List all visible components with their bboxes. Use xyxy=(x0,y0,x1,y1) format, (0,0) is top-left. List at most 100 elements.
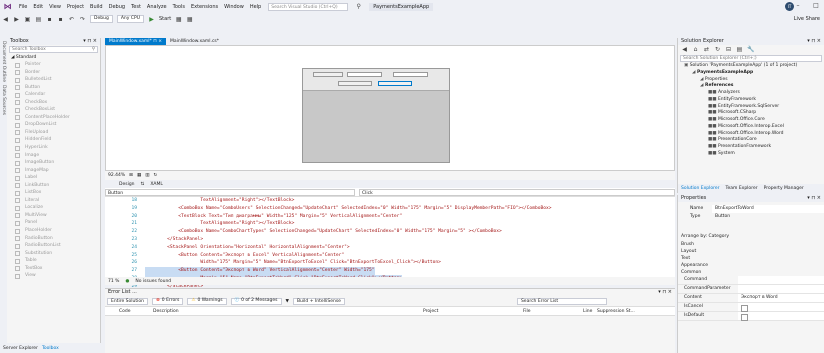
solution-tree-item[interactable]: ◢ References xyxy=(678,83,824,90)
arrange-by-dropdown[interactable]: Arrange by: Category xyxy=(678,233,824,241)
column-file[interactable]: File xyxy=(523,309,583,314)
live-share-button[interactable]: Live Share xyxy=(794,16,820,22)
toolbox-item[interactable]: Button xyxy=(7,84,100,92)
save-icon[interactable]: ▪ xyxy=(46,16,53,23)
refresh-icon[interactable]: ↻ xyxy=(714,46,721,53)
solution-tree-item[interactable]: ■■ PresentationCore xyxy=(678,137,824,144)
property-category[interactable]: Text xyxy=(678,255,824,262)
property-category[interactable]: Common xyxy=(678,269,824,276)
toolbox-tab[interactable]: Toolbox xyxy=(42,346,59,351)
toolbox-item[interactable]: TextBox xyxy=(7,265,100,273)
toolbox-item[interactable]: ContentPlaceHolder xyxy=(7,114,100,122)
solution-tree-item[interactable]: ◢ PaymentsExampleApp xyxy=(678,70,824,77)
toolbox-item[interactable]: Pointer xyxy=(7,61,100,69)
toolbox-item[interactable]: View xyxy=(7,272,100,280)
menu-item-tools[interactable]: Tools xyxy=(173,4,185,10)
code-line[interactable]: 24 <StackPanel Orientation="Horizontal" … xyxy=(105,244,675,252)
property-category[interactable]: Appearance xyxy=(678,262,824,269)
redo-icon[interactable]: ↷ xyxy=(79,16,86,23)
editor-zoom[interactable]: 71 % xyxy=(108,279,119,284)
menu-item-view[interactable]: View xyxy=(49,4,61,10)
tab-team-explorer[interactable]: Team Explorer xyxy=(726,184,758,193)
column-suppression[interactable]: Suppression St... xyxy=(597,309,635,314)
errors-filter-button[interactable]: ⊗ 0 Errors xyxy=(152,297,184,305)
solution-tree-item[interactable]: ■■ Microsoft.Office.Core xyxy=(678,117,824,124)
pin-icon[interactable]: ▾ ⊓ × xyxy=(83,38,97,45)
build-dropdown[interactable]: Build + IntelliSense xyxy=(292,297,345,305)
design-button-word[interactable] xyxy=(378,81,412,86)
toolbox-item[interactable]: CheckBoxList xyxy=(7,106,100,114)
element-name-field[interactable]: BtnExportToWord xyxy=(712,205,824,213)
menu-item-file[interactable]: File xyxy=(19,4,27,10)
property-value[interactable] xyxy=(738,312,824,321)
column-description[interactable]: Description xyxy=(145,309,423,314)
property-value[interactable] xyxy=(738,303,824,312)
toolbox-item[interactable]: PlaceHolder xyxy=(7,227,100,235)
tab-design[interactable]: Design xyxy=(119,182,135,187)
error-list-search[interactable]: Search Error List xyxy=(516,297,607,305)
account-avatar[interactable]: IT xyxy=(785,2,794,11)
solution-tree-item[interactable]: ■■ EntityFramework xyxy=(678,97,824,104)
toolbox-search[interactable]: Search Toolbox ⚲ xyxy=(9,46,98,53)
messages-filter-button[interactable]: ⓘ 0 of 2 Messages xyxy=(230,297,282,305)
toolbox-item[interactable]: LinkButton xyxy=(7,182,100,190)
home-icon[interactable]: ⌂ xyxy=(692,46,699,53)
tab-solution-explorer[interactable]: Solution Explorer xyxy=(681,184,720,193)
toolbox-item[interactable]: ImageButton xyxy=(7,159,100,167)
filter-icon[interactable]: ▼ xyxy=(286,299,289,304)
fit-icon[interactable]: ⊞ xyxy=(129,173,133,178)
toolbox-item[interactable]: Substitution xyxy=(7,250,100,258)
xaml-code-editor[interactable]: 18 TextAlignment="Right"></TextBlock> 19 … xyxy=(105,197,675,297)
search-input[interactable]: Search Visual Studio (Ctrl+Q) xyxy=(268,2,349,11)
design-combobox[interactable] xyxy=(393,72,428,77)
toolbox-item[interactable]: RadioButton xyxy=(7,235,100,243)
swap-icon[interactable]: ⇅ xyxy=(141,182,145,187)
close-icon[interactable]: ⊓ × xyxy=(153,39,162,44)
toolbox-group[interactable]: ◢ Standard xyxy=(7,54,100,61)
toolbox-item[interactable]: Localize xyxy=(7,204,100,212)
collapse-icon[interactable]: ⊟ xyxy=(725,46,732,53)
toolbox-item[interactable]: HiddenField xyxy=(7,136,100,144)
solution-tree-item[interactable]: ■■ PresentationFramework xyxy=(678,144,824,151)
code-line[interactable]: 19 <ComboBox Name="ComboUsers" Selection… xyxy=(105,205,675,213)
menu-item-edit[interactable]: Edit xyxy=(33,4,43,10)
menu-item-build[interactable]: Build xyxy=(90,4,103,10)
tab-property-manager[interactable]: Property Manager xyxy=(764,184,804,193)
toolbar-extra-icon[interactable]: ▦ xyxy=(175,16,182,23)
tab-mainwindow-xaml[interactable]: MainWindow.xaml* ⊓ × xyxy=(105,38,166,45)
toolbox-item[interactable]: ImageMap xyxy=(7,167,100,175)
tab-mainwindow-xaml-cs[interactable]: MainWindow.xaml.cs* xyxy=(166,38,223,45)
minimize-icon[interactable]: – xyxy=(794,2,802,10)
property-checkbox[interactable] xyxy=(741,313,748,321)
toolbox-item[interactable]: DropDownList xyxy=(7,121,100,129)
code-line[interactable]: 25 <Button Content="Экспорт в Excel" Ver… xyxy=(105,252,675,260)
code-line[interactable]: 21 TextAlignment="Right"></TextBlock> xyxy=(105,220,675,228)
new-project-icon[interactable]: ▣ xyxy=(24,16,31,23)
code-line[interactable]: 27 <Button Content="Экспорт в Word" Vert… xyxy=(105,267,675,275)
data-sources-tab[interactable]: Data Sources xyxy=(1,85,6,115)
grid-icon[interactable]: ▦ xyxy=(137,173,141,178)
save-all-icon[interactable]: ▪ xyxy=(57,16,64,23)
toolbox-item[interactable]: Image xyxy=(7,152,100,160)
issues-status[interactable]: No issues found xyxy=(135,279,171,284)
menu-item-test[interactable]: Test xyxy=(131,4,141,10)
toolbox-item[interactable]: FileUpload xyxy=(7,129,100,137)
toolbox-item[interactable]: RadioButtonList xyxy=(7,242,100,250)
toolbox-item[interactable]: Border xyxy=(7,69,100,77)
platform-dropdown[interactable]: Any CPU xyxy=(116,15,144,23)
toolbox-item[interactable]: Table xyxy=(7,257,100,265)
tab-xaml[interactable]: XAML xyxy=(150,182,163,187)
toolbox-item[interactable]: Label xyxy=(7,174,100,182)
solution-tree-item[interactable]: ■■ Microsoft.CSharp xyxy=(678,110,824,117)
play-icon[interactable]: ▶ xyxy=(148,16,155,23)
toolbox-item[interactable]: Literal xyxy=(7,197,100,205)
toolbox-item[interactable]: Panel xyxy=(7,219,100,227)
design-button-excel[interactable] xyxy=(338,81,372,86)
toolbar-extra-icon[interactable]: ▦ xyxy=(186,16,193,23)
menu-item-window[interactable]: Window xyxy=(224,4,244,10)
design-combobox[interactable] xyxy=(347,72,382,77)
open-icon[interactable]: ▤ xyxy=(35,16,42,23)
menu-item-analyze[interactable]: Analyze xyxy=(147,4,167,10)
solution-tree-item[interactable]: ■■ Analyzers xyxy=(678,90,824,97)
forward-icon[interactable]: ▶ xyxy=(13,16,20,23)
